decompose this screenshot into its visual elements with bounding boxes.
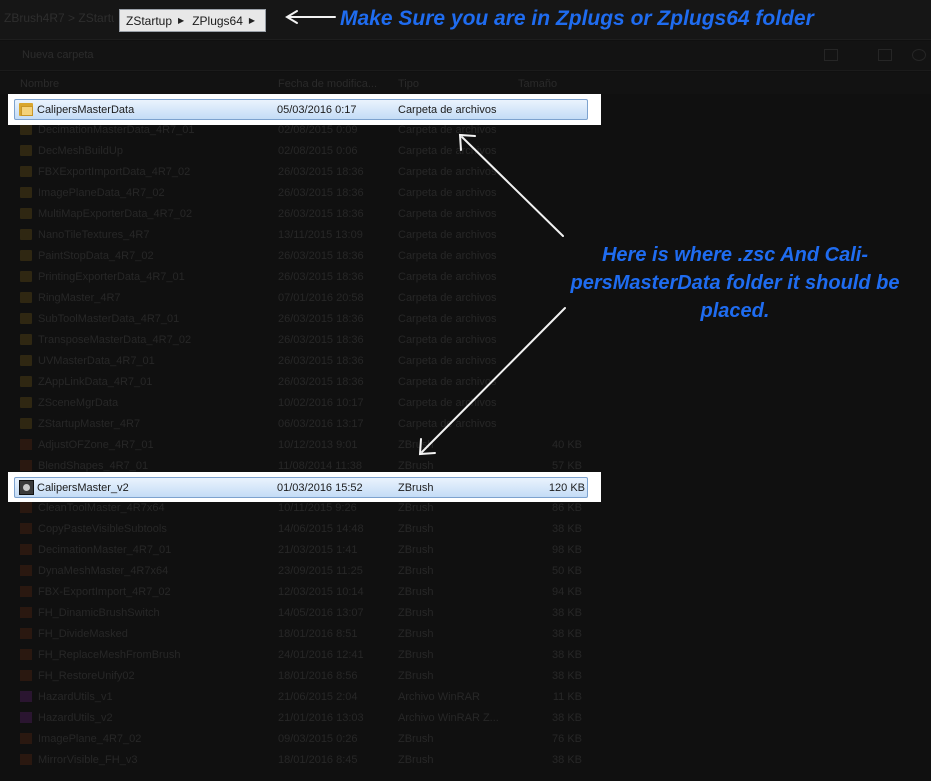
- annotation-middle: Here is where .zsc And Cali-persMasterDa…: [570, 244, 900, 322]
- annotation-top: Make Sure you are in Zplugs or Zplugs64 …: [340, 7, 814, 30]
- arrow-to-file: [421, 307, 566, 453]
- arrow-to-folder: [461, 136, 564, 237]
- annotation-arrows: [285, 10, 566, 456]
- screenshot-stage: ZBrush4R7 > ZStartup > ZPlugs64 ZStartup…: [0, 0, 931, 781]
